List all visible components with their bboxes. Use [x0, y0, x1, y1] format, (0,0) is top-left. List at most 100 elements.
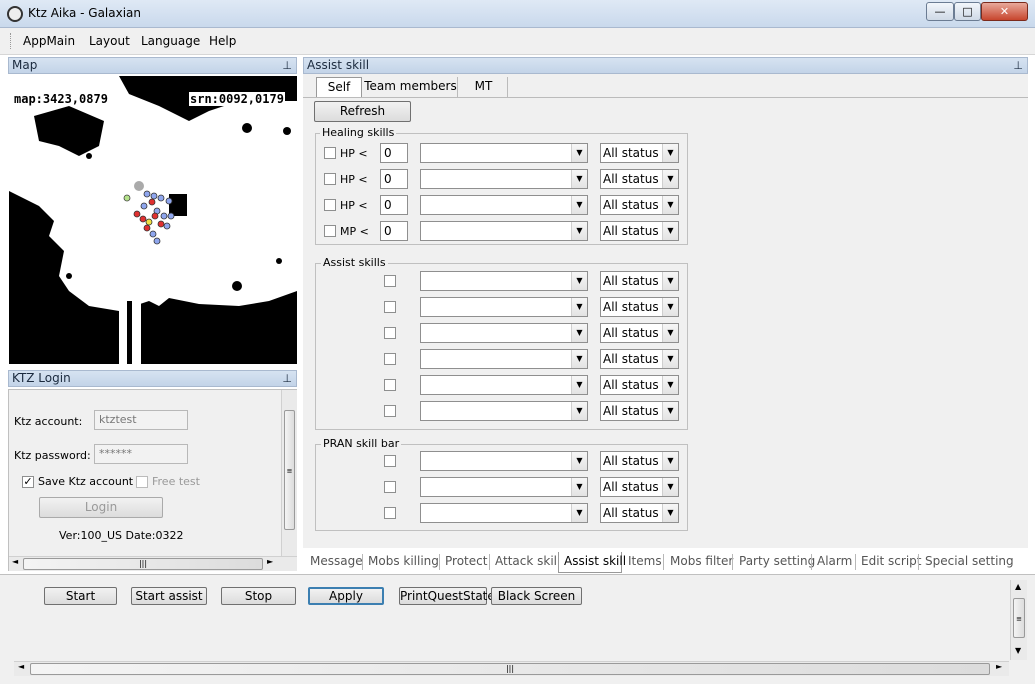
scroll-left-arrow[interactable]: ◄	[12, 557, 18, 566]
scroll-down-arrow[interactable]: ▼	[1015, 646, 1021, 655]
lower-scrollbar-h[interactable]: ◄ ||| ►	[14, 661, 1009, 676]
pin-icon[interactable]: ⊥	[282, 371, 292, 386]
assist-checkbox-6[interactable]	[384, 405, 396, 417]
scroll-right-arrow[interactable]: ►	[267, 557, 273, 566]
map-view[interactable]: map:3423,0879 srn:0092,0179	[9, 76, 297, 364]
tab-team-members[interactable]: Team members	[364, 77, 458, 98]
menu-help[interactable]: Help	[209, 34, 236, 48]
heal-status-select-3[interactable]: All status ▼	[600, 195, 679, 215]
assist-skill-select-4[interactable]: ▼	[420, 349, 588, 369]
heal-checkbox-4[interactable]	[324, 225, 336, 237]
tab-assist-skill[interactable]: Assist skill	[564, 554, 626, 568]
assist-status-select-6[interactable]: All status ▼	[600, 401, 679, 421]
assist-skill-select-5[interactable]: ▼	[420, 375, 588, 395]
assist-status-select-1[interactable]: All status ▼	[600, 271, 679, 291]
assist-skill-select-1[interactable]: ▼	[420, 271, 588, 291]
login-scrollbar-v[interactable]: ≡	[281, 390, 297, 556]
tab-alarm[interactable]: Alarm	[817, 554, 852, 568]
pran-checkbox-2[interactable]	[384, 481, 396, 493]
status-value: All status	[603, 454, 659, 468]
assist-checkbox-2[interactable]	[384, 301, 396, 313]
account-input[interactable]: ktztest	[94, 410, 188, 430]
pran-status-select-2[interactable]: All status ▼	[600, 477, 679, 497]
password-input[interactable]: ******	[94, 444, 188, 464]
tab-mobs-killing[interactable]: Mobs killing	[368, 554, 439, 568]
scroll-thumb[interactable]: ≡	[1013, 598, 1025, 638]
heal-threshold-2[interactable]: 0	[380, 169, 408, 189]
assist-checkbox-3[interactable]	[384, 327, 396, 339]
pran-skill-select-1[interactable]: ▼	[420, 451, 588, 471]
tab-attack-skill[interactable]: Attack skill	[495, 554, 560, 568]
heal-skill-select-4[interactable]: ▼	[420, 221, 588, 241]
tab-message[interactable]: Message	[310, 554, 363, 568]
login-scrollbar-h[interactable]: ◄ ► |||	[9, 556, 297, 571]
assist-skill-select-6[interactable]: ▼	[420, 401, 588, 421]
pran-status-select-3[interactable]: All status ▼	[600, 503, 679, 523]
tab-party-setting[interactable]: Party setting	[739, 554, 815, 568]
heal-status-select-4[interactable]: All status ▼	[600, 221, 679, 241]
scroll-right-arrow[interactable]: ►	[996, 662, 1002, 671]
menu-language[interactable]: Language	[141, 34, 200, 48]
tab-mobs-filter[interactable]: Mobs filter	[670, 554, 733, 568]
scroll-thumb[interactable]: |||	[23, 558, 263, 570]
close-button[interactable]: ✕	[981, 2, 1028, 21]
maximize-button[interactable]: □	[954, 2, 981, 21]
print-quest-state-button[interactable]: PrintQuestState	[399, 587, 495, 605]
chevron-down-icon: ▼	[571, 222, 587, 240]
black-screen-button[interactable]: Black Screen	[491, 587, 582, 605]
minimize-button[interactable]: —	[926, 2, 954, 21]
pin-icon[interactable]: ⊥	[1013, 58, 1023, 73]
pin-icon[interactable]: ⊥	[282, 58, 292, 73]
tab-special-setting[interactable]: Special setting	[925, 554, 1014, 568]
pran-status-select-1[interactable]: All status ▼	[600, 451, 679, 471]
heal-threshold-1[interactable]: 0	[380, 143, 408, 163]
tab-items[interactable]: Items	[628, 554, 662, 568]
assist-status-select-3[interactable]: All status ▼	[600, 323, 679, 343]
status-value: All status	[603, 198, 659, 212]
assist-checkbox-5[interactable]	[384, 379, 396, 391]
assist-checkbox-4[interactable]	[384, 353, 396, 365]
assist-status-select-5[interactable]: All status ▼	[600, 375, 679, 395]
assist-skill-select-2[interactable]: ▼	[420, 297, 588, 317]
heal-skill-select-2[interactable]: ▼	[420, 169, 588, 189]
tab-mt[interactable]: MT	[460, 77, 508, 98]
assist-checkbox-1[interactable]	[384, 275, 396, 287]
assist-skill-select-3[interactable]: ▼	[420, 323, 588, 343]
heal-status-select-1[interactable]: All status ▼	[600, 143, 679, 163]
assist-status-select-4[interactable]: All status ▼	[600, 349, 679, 369]
assist-status-select-2[interactable]: All status ▼	[600, 297, 679, 317]
tab-protect[interactable]: Protect	[445, 554, 487, 568]
free-test-label: Free test	[152, 475, 200, 488]
save-account-label: Save Ktz account	[38, 475, 134, 488]
scroll-up-arrow[interactable]: ▲	[1015, 582, 1021, 591]
heal-threshold-3[interactable]: 0	[380, 195, 408, 215]
pran-checkbox-3[interactable]	[384, 507, 396, 519]
heal-skill-select-1[interactable]: ▼	[420, 143, 588, 163]
scroll-thumb[interactable]: ≡	[284, 410, 295, 530]
scroll-thumb[interactable]: |||	[30, 663, 990, 675]
login-button[interactable]: Login	[39, 497, 163, 518]
save-account-checkbox[interactable]: ✓	[22, 476, 34, 488]
tab-self[interactable]: Self	[316, 77, 362, 98]
start-assist-button[interactable]: Start assist	[131, 587, 207, 605]
pran-skill-select-2[interactable]: ▼	[420, 477, 588, 497]
tab-edit-script[interactable]: Edit script	[861, 554, 922, 568]
lower-scrollbar-v[interactable]: ▲ ≡ ▼	[1010, 580, 1027, 660]
menu-layout[interactable]: Layout	[89, 34, 130, 48]
menu-appmain[interactable]: AppMain	[23, 34, 75, 48]
apply-button[interactable]: Apply	[308, 587, 384, 605]
pran-checkbox-1[interactable]	[384, 455, 396, 467]
heal-skill-select-3[interactable]: ▼	[420, 195, 588, 215]
heal-checkbox-1[interactable]	[324, 147, 336, 159]
refresh-button[interactable]: Refresh	[314, 101, 411, 122]
free-test-checkbox[interactable]	[136, 476, 148, 488]
heal-checkbox-3[interactable]	[324, 199, 336, 211]
pran-skill-select-3[interactable]: ▼	[420, 503, 588, 523]
scroll-left-arrow[interactable]: ◄	[18, 662, 24, 671]
chevron-down-icon: ▼	[571, 478, 587, 496]
heal-checkbox-2[interactable]	[324, 173, 336, 185]
stop-button[interactable]: Stop	[221, 587, 296, 605]
start-button[interactable]: Start	[44, 587, 117, 605]
heal-threshold-4[interactable]: 0	[380, 221, 408, 241]
heal-status-select-2[interactable]: All status ▼	[600, 169, 679, 189]
